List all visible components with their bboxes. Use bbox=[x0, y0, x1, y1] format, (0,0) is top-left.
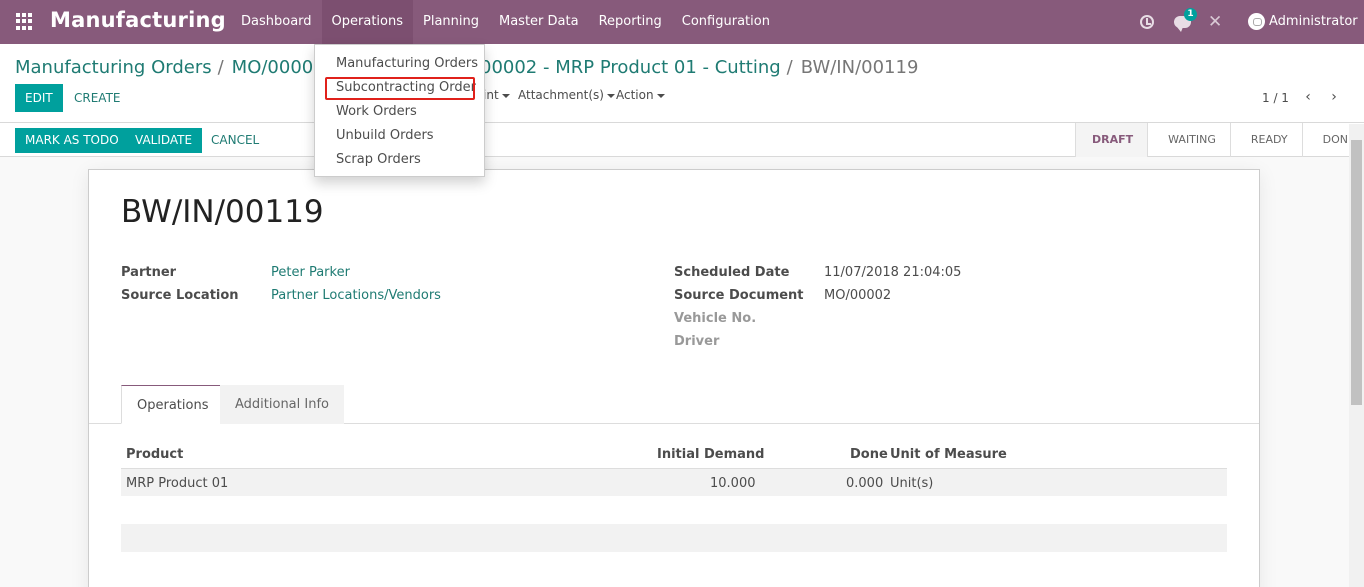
operations-dropdown: Manufacturing Orders Subcontracting Orde… bbox=[314, 44, 485, 177]
breadcrumb-current: BW/IN/00119 bbox=[800, 57, 919, 78]
chat-icon[interactable] bbox=[1174, 0, 1191, 44]
breadcrumb-mo[interactable]: MO/00002 bbox=[232, 57, 325, 78]
cell-initial-demand: 10.000 bbox=[710, 476, 756, 491]
dropdown-scrap-orders[interactable]: Scrap Orders bbox=[336, 152, 421, 167]
source-location-link[interactable]: Partner Locations/Vendors bbox=[271, 288, 441, 303]
clock-icon[interactable] bbox=[1140, 0, 1154, 44]
dropdown-work-orders[interactable]: Work Orders bbox=[336, 104, 417, 119]
breadcrumb-tail: 00002 - MRP Product 01 - Cutting / BW/IN… bbox=[480, 57, 918, 78]
table-empty-row bbox=[121, 524, 1227, 552]
source-document-label: Source Document bbox=[674, 288, 804, 303]
app-title: Manufacturing bbox=[50, 8, 226, 32]
scrollbar-thumb[interactable] bbox=[1351, 140, 1362, 405]
status-bar: MARK AS TODO VALIDATE CANCEL DRAFT WAITI… bbox=[0, 123, 1364, 157]
breadcrumb: Manufacturing Orders / MO/00002 / bbox=[15, 57, 345, 78]
top-navbar: Manufacturing Dashboard Operations Plann… bbox=[0, 0, 1364, 44]
tab-additional-info[interactable]: Additional Info bbox=[220, 385, 344, 424]
control-panel: Manufacturing Orders / MO/00002 / 00002 … bbox=[0, 44, 1364, 123]
table-row[interactable] bbox=[121, 468, 1227, 496]
tools-icon[interactable]: ✕ bbox=[1208, 0, 1222, 44]
record-title: BW/IN/00119 bbox=[121, 194, 324, 230]
menu-planning[interactable]: Planning bbox=[413, 0, 489, 44]
breadcrumb-workorder[interactable]: 00002 - MRP Product 01 - Cutting bbox=[480, 57, 781, 78]
chevron-right-icon[interactable]: › bbox=[1327, 89, 1341, 105]
menu-reporting[interactable]: Reporting bbox=[589, 0, 672, 44]
highlight-box bbox=[325, 77, 475, 100]
menu-configuration[interactable]: Configuration bbox=[672, 0, 780, 44]
menu-dashboard[interactable]: Dashboard bbox=[231, 0, 322, 44]
breadcrumb-manufacturing-orders[interactable]: Manufacturing Orders bbox=[15, 57, 212, 78]
stage-pipeline: DRAFT WAITING READY DONE bbox=[1075, 123, 1364, 157]
action-label: Action bbox=[616, 88, 654, 102]
stage-ready: READY bbox=[1229, 123, 1302, 157]
cancel-button[interactable]: CANCEL bbox=[203, 128, 267, 153]
chevron-left-icon[interactable]: ‹ bbox=[1301, 89, 1315, 105]
breadcrumb-separator: / bbox=[786, 57, 793, 78]
mark-as-todo-button[interactable]: MARK AS TODO bbox=[15, 128, 129, 153]
cell-product: MRP Product 01 bbox=[126, 476, 229, 491]
attachments-menu[interactable]: Attachment(s) bbox=[518, 88, 615, 102]
col-initial-demand: Initial Demand bbox=[657, 447, 765, 462]
dropdown-manufacturing-orders[interactable]: Manufacturing Orders bbox=[336, 56, 478, 71]
tab-operations[interactable]: Operations bbox=[121, 385, 225, 424]
create-button[interactable]: CREATE bbox=[66, 84, 129, 112]
source-location-label: Source Location bbox=[121, 288, 239, 303]
menu-master-data[interactable]: Master Data bbox=[489, 0, 589, 44]
partner-link[interactable]: Peter Parker bbox=[271, 265, 350, 280]
col-unit-of-measure: Unit of Measure bbox=[890, 447, 1007, 462]
caret-down-icon bbox=[606, 93, 615, 98]
col-done: Done bbox=[850, 447, 888, 462]
dropdown-unbuild-orders[interactable]: Unbuild Orders bbox=[336, 128, 434, 143]
cell-done: 0.000 bbox=[846, 476, 884, 491]
source-document-value: MO/00002 bbox=[824, 288, 892, 303]
vehicle-label: Vehicle No. bbox=[674, 311, 757, 326]
driver-label: Driver bbox=[674, 334, 720, 349]
caret-down-icon bbox=[501, 93, 510, 98]
avatar[interactable] bbox=[1248, 13, 1265, 30]
menu-operations[interactable]: Operations bbox=[321, 0, 413, 44]
partner-label: Partner bbox=[121, 265, 177, 280]
breadcrumb-separator: / bbox=[217, 57, 224, 78]
user-menu[interactable]: Administrator bbox=[1269, 0, 1358, 44]
cell-unit: Unit(s) bbox=[890, 476, 934, 491]
edit-button[interactable]: EDIT bbox=[15, 84, 63, 112]
print-label: int bbox=[483, 88, 499, 102]
scheduled-date-value: 11/07/2018 21:04:05 bbox=[824, 265, 962, 280]
attachments-label: Attachment(s) bbox=[518, 88, 604, 102]
action-menu[interactable]: Action bbox=[616, 88, 665, 102]
col-product: Product bbox=[126, 447, 184, 462]
caret-down-icon bbox=[656, 93, 665, 98]
stage-waiting: WAITING bbox=[1147, 123, 1230, 157]
pager-value: 1 / 1 bbox=[1262, 91, 1289, 105]
main-menu: Dashboard Operations Planning Master Dat… bbox=[231, 0, 780, 44]
validate-button[interactable]: VALIDATE bbox=[125, 128, 203, 153]
apps-grid-icon[interactable] bbox=[16, 13, 33, 30]
notification-badge: 1 bbox=[1184, 8, 1197, 21]
print-menu[interactable]: int bbox=[483, 88, 510, 102]
scheduled-date-label: Scheduled Date bbox=[674, 265, 790, 280]
stage-draft: DRAFT bbox=[1075, 123, 1148, 157]
